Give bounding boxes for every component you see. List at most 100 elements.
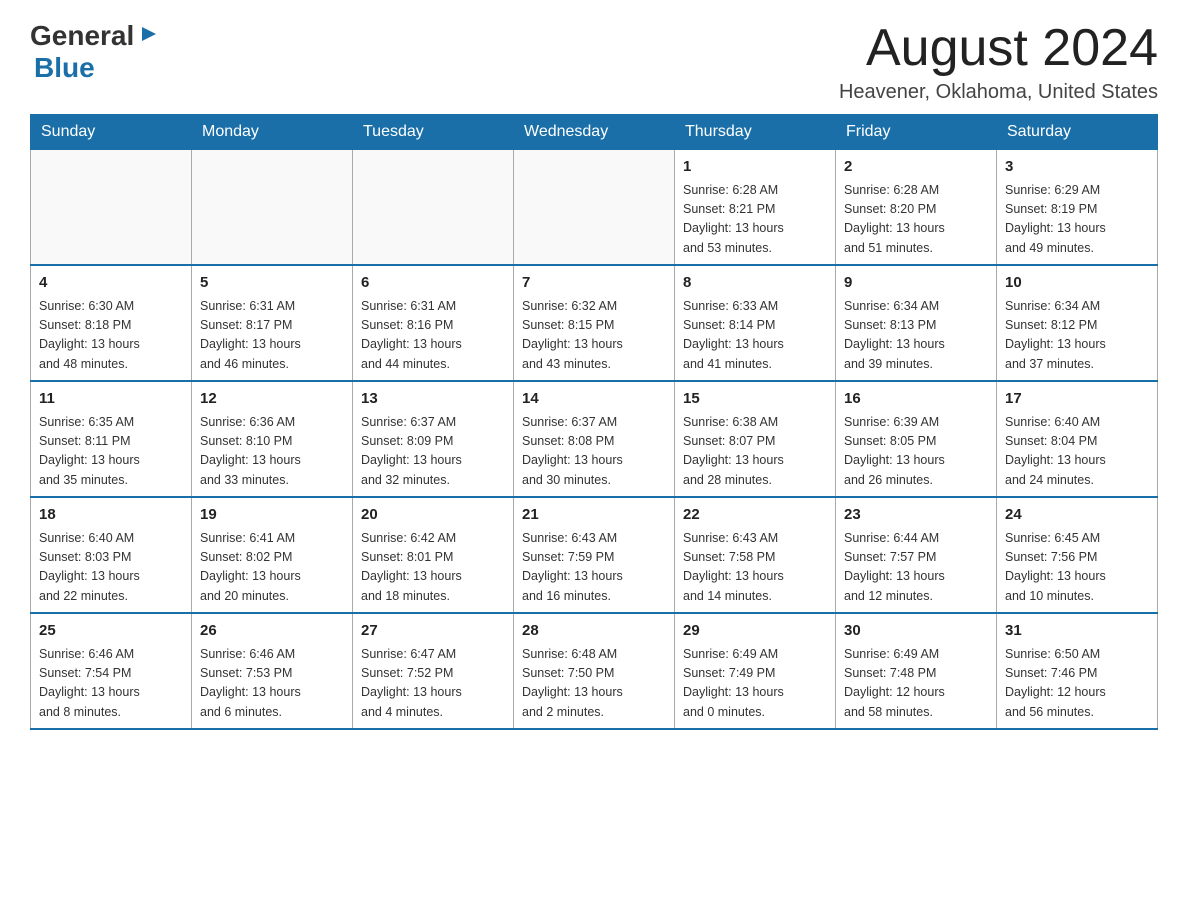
day-info: Sunrise: 6:40 AM Sunset: 8:04 PM Dayligh… — [1005, 413, 1149, 491]
table-row: 21Sunrise: 6:43 AM Sunset: 7:59 PM Dayli… — [514, 497, 675, 613]
day-info: Sunrise: 6:36 AM Sunset: 8:10 PM Dayligh… — [200, 413, 344, 491]
day-number: 29 — [683, 620, 827, 643]
day-info: Sunrise: 6:34 AM Sunset: 8:13 PM Dayligh… — [844, 297, 988, 375]
day-info: Sunrise: 6:45 AM Sunset: 7:56 PM Dayligh… — [1005, 529, 1149, 607]
day-info: Sunrise: 6:31 AM Sunset: 8:16 PM Dayligh… — [361, 297, 505, 375]
table-row: 30Sunrise: 6:49 AM Sunset: 7:48 PM Dayli… — [836, 613, 997, 729]
title-block: August 2024 Heavener, Oklahoma, United S… — [839, 20, 1158, 104]
table-row: 20Sunrise: 6:42 AM Sunset: 8:01 PM Dayli… — [353, 497, 514, 613]
table-row: 31Sunrise: 6:50 AM Sunset: 7:46 PM Dayli… — [997, 613, 1158, 729]
logo-arrow-icon — [138, 23, 160, 45]
day-info: Sunrise: 6:33 AM Sunset: 8:14 PM Dayligh… — [683, 297, 827, 375]
calendar-table: Sunday Monday Tuesday Wednesday Thursday… — [30, 114, 1158, 730]
calendar-week-2: 4Sunrise: 6:30 AM Sunset: 8:18 PM Daylig… — [31, 265, 1158, 381]
table-row: 29Sunrise: 6:49 AM Sunset: 7:49 PM Dayli… — [675, 613, 836, 729]
day-number: 13 — [361, 388, 505, 411]
day-info: Sunrise: 6:49 AM Sunset: 7:49 PM Dayligh… — [683, 645, 827, 723]
day-info: Sunrise: 6:49 AM Sunset: 7:48 PM Dayligh… — [844, 645, 988, 723]
table-row: 11Sunrise: 6:35 AM Sunset: 8:11 PM Dayli… — [31, 381, 192, 497]
table-row: 13Sunrise: 6:37 AM Sunset: 8:09 PM Dayli… — [353, 381, 514, 497]
col-sunday: Sunday — [31, 115, 192, 150]
table-row: 5Sunrise: 6:31 AM Sunset: 8:17 PM Daylig… — [192, 265, 353, 381]
day-info: Sunrise: 6:42 AM Sunset: 8:01 PM Dayligh… — [361, 529, 505, 607]
table-row: 8Sunrise: 6:33 AM Sunset: 8:14 PM Daylig… — [675, 265, 836, 381]
col-monday: Monday — [192, 115, 353, 150]
table-row: 4Sunrise: 6:30 AM Sunset: 8:18 PM Daylig… — [31, 265, 192, 381]
day-number: 5 — [200, 272, 344, 295]
day-info: Sunrise: 6:29 AM Sunset: 8:19 PM Dayligh… — [1005, 181, 1149, 259]
day-number: 9 — [844, 272, 988, 295]
table-row: 17Sunrise: 6:40 AM Sunset: 8:04 PM Dayli… — [997, 381, 1158, 497]
day-info: Sunrise: 6:38 AM Sunset: 8:07 PM Dayligh… — [683, 413, 827, 491]
day-number: 21 — [522, 504, 666, 527]
day-number: 19 — [200, 504, 344, 527]
day-number: 11 — [39, 388, 183, 411]
day-info: Sunrise: 6:47 AM Sunset: 7:52 PM Dayligh… — [361, 645, 505, 723]
day-info: Sunrise: 6:37 AM Sunset: 8:09 PM Dayligh… — [361, 413, 505, 491]
day-number: 10 — [1005, 272, 1149, 295]
day-number: 24 — [1005, 504, 1149, 527]
day-number: 2 — [844, 156, 988, 179]
day-info: Sunrise: 6:43 AM Sunset: 7:59 PM Dayligh… — [522, 529, 666, 607]
day-info: Sunrise: 6:30 AM Sunset: 8:18 PM Dayligh… — [39, 297, 183, 375]
day-info: Sunrise: 6:35 AM Sunset: 8:11 PM Dayligh… — [39, 413, 183, 491]
table-row: 26Sunrise: 6:46 AM Sunset: 7:53 PM Dayli… — [192, 613, 353, 729]
day-number: 18 — [39, 504, 183, 527]
table-row: 24Sunrise: 6:45 AM Sunset: 7:56 PM Dayli… — [997, 497, 1158, 613]
day-info: Sunrise: 6:28 AM Sunset: 8:21 PM Dayligh… — [683, 181, 827, 259]
day-info: Sunrise: 6:46 AM Sunset: 7:54 PM Dayligh… — [39, 645, 183, 723]
day-info: Sunrise: 6:28 AM Sunset: 8:20 PM Dayligh… — [844, 181, 988, 259]
day-number: 8 — [683, 272, 827, 295]
day-info: Sunrise: 6:44 AM Sunset: 7:57 PM Dayligh… — [844, 529, 988, 607]
month-title: August 2024 — [839, 20, 1158, 77]
logo: General Blue — [30, 20, 160, 84]
col-thursday: Thursday — [675, 115, 836, 150]
page-header: General Blue August 2024 Heavener, Oklah… — [30, 20, 1158, 104]
calendar-week-4: 18Sunrise: 6:40 AM Sunset: 8:03 PM Dayli… — [31, 497, 1158, 613]
table-row: 9Sunrise: 6:34 AM Sunset: 8:13 PM Daylig… — [836, 265, 997, 381]
col-tuesday: Tuesday — [353, 115, 514, 150]
col-saturday: Saturday — [997, 115, 1158, 150]
col-wednesday: Wednesday — [514, 115, 675, 150]
day-number: 6 — [361, 272, 505, 295]
table-row: 22Sunrise: 6:43 AM Sunset: 7:58 PM Dayli… — [675, 497, 836, 613]
day-info: Sunrise: 6:50 AM Sunset: 7:46 PM Dayligh… — [1005, 645, 1149, 723]
day-number: 1 — [683, 156, 827, 179]
table-row: 2Sunrise: 6:28 AM Sunset: 8:20 PM Daylig… — [836, 150, 997, 266]
logo-general-text: General — [30, 20, 134, 52]
table-row: 7Sunrise: 6:32 AM Sunset: 8:15 PM Daylig… — [514, 265, 675, 381]
day-number: 20 — [361, 504, 505, 527]
day-info: Sunrise: 6:40 AM Sunset: 8:03 PM Dayligh… — [39, 529, 183, 607]
calendar-header-row: Sunday Monday Tuesday Wednesday Thursday… — [31, 115, 1158, 150]
day-number: 25 — [39, 620, 183, 643]
table-row: 1Sunrise: 6:28 AM Sunset: 8:21 PM Daylig… — [675, 150, 836, 266]
day-number: 26 — [200, 620, 344, 643]
table-row: 14Sunrise: 6:37 AM Sunset: 8:08 PM Dayli… — [514, 381, 675, 497]
day-info: Sunrise: 6:37 AM Sunset: 8:08 PM Dayligh… — [522, 413, 666, 491]
table-row: 6Sunrise: 6:31 AM Sunset: 8:16 PM Daylig… — [353, 265, 514, 381]
day-number: 7 — [522, 272, 666, 295]
day-number: 15 — [683, 388, 827, 411]
table-row — [514, 150, 675, 266]
table-row — [192, 150, 353, 266]
table-row — [31, 150, 192, 266]
day-number: 3 — [1005, 156, 1149, 179]
day-info: Sunrise: 6:32 AM Sunset: 8:15 PM Dayligh… — [522, 297, 666, 375]
day-number: 23 — [844, 504, 988, 527]
day-info: Sunrise: 6:41 AM Sunset: 8:02 PM Dayligh… — [200, 529, 344, 607]
day-number: 22 — [683, 504, 827, 527]
logo-blue-text: Blue — [34, 52, 95, 84]
day-number: 30 — [844, 620, 988, 643]
day-info: Sunrise: 6:43 AM Sunset: 7:58 PM Dayligh… — [683, 529, 827, 607]
day-info: Sunrise: 6:46 AM Sunset: 7:53 PM Dayligh… — [200, 645, 344, 723]
table-row: 15Sunrise: 6:38 AM Sunset: 8:07 PM Dayli… — [675, 381, 836, 497]
calendar-week-3: 11Sunrise: 6:35 AM Sunset: 8:11 PM Dayli… — [31, 381, 1158, 497]
table-row — [353, 150, 514, 266]
table-row: 25Sunrise: 6:46 AM Sunset: 7:54 PM Dayli… — [31, 613, 192, 729]
table-row: 10Sunrise: 6:34 AM Sunset: 8:12 PM Dayli… — [997, 265, 1158, 381]
day-info: Sunrise: 6:34 AM Sunset: 8:12 PM Dayligh… — [1005, 297, 1149, 375]
day-number: 14 — [522, 388, 666, 411]
day-info: Sunrise: 6:39 AM Sunset: 8:05 PM Dayligh… — [844, 413, 988, 491]
table-row: 23Sunrise: 6:44 AM Sunset: 7:57 PM Dayli… — [836, 497, 997, 613]
day-number: 17 — [1005, 388, 1149, 411]
